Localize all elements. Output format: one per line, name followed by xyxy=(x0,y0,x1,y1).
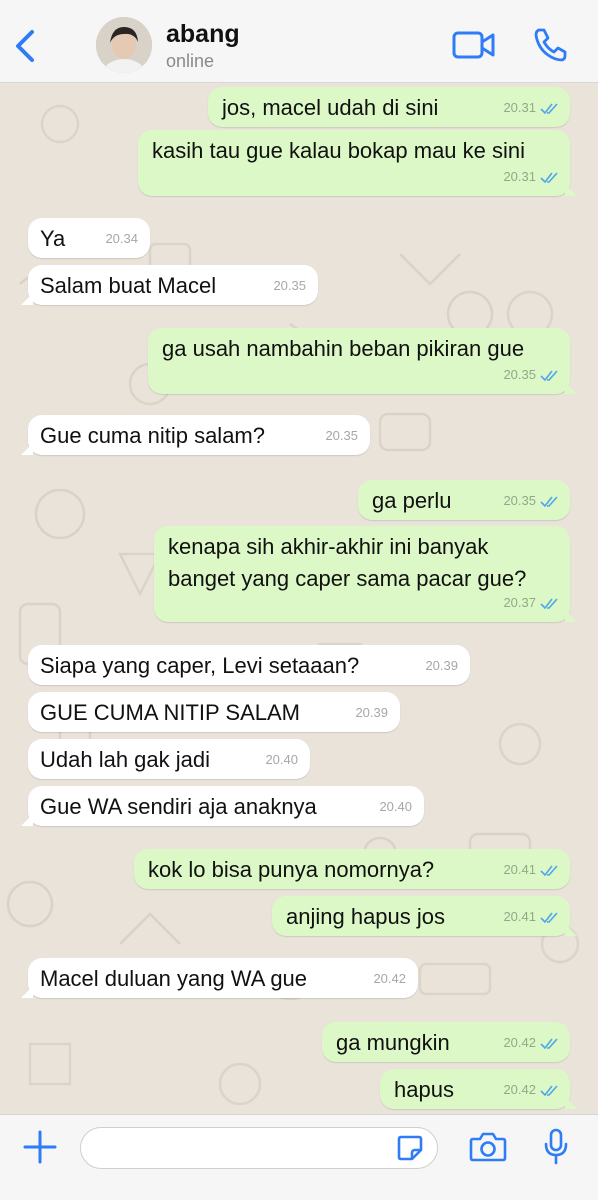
contact-name[interactable]: abang xyxy=(166,20,240,49)
message-time: 20.40 xyxy=(265,752,298,767)
message-text-line-2: banget yang caper sama pacar gue? xyxy=(168,566,527,591)
message-input[interactable] xyxy=(80,1127,438,1169)
avatar-image xyxy=(96,17,152,73)
microphone-button[interactable] xyxy=(543,1128,569,1166)
message-time: 20.41 xyxy=(503,862,536,877)
message-list[interactable]: jos, macel udah di sini 20.31 kasih tau … xyxy=(0,84,598,1114)
composer-bar xyxy=(0,1114,598,1200)
double-check-icon xyxy=(540,864,558,876)
contact-status: online xyxy=(166,51,215,71)
message-time: 20.34 xyxy=(105,231,138,246)
message-outgoing[interactable]: anjing hapus jos 20.41 xyxy=(272,896,577,936)
message-incoming[interactable]: Gue cuma nitip salam? 20.35 xyxy=(21,415,370,455)
message-outgoing[interactable]: jos, macel udah di sini 20.31 xyxy=(208,87,570,127)
message-text: Salam buat Macel xyxy=(40,273,217,298)
double-check-icon xyxy=(540,597,558,609)
message-incoming[interactable]: Gue WA sendiri aja anaknya 20.40 xyxy=(21,786,424,826)
sticker-icon xyxy=(397,1135,423,1161)
message-time: 20.37 xyxy=(503,595,536,610)
message-text: Macel duluan yang WA gue xyxy=(40,966,308,991)
message-incoming[interactable]: Udah lah gak jadi 20.40 xyxy=(28,739,310,779)
camera-button[interactable] xyxy=(469,1131,507,1163)
chevron-left-icon xyxy=(16,30,34,62)
message-time: 20.35 xyxy=(503,493,536,508)
message-text: ga mungkin xyxy=(336,1030,450,1055)
message-time: 20.31 xyxy=(503,169,536,184)
message-outgoing[interactable]: kok lo bisa punya nomornya? 20.41 xyxy=(134,849,570,889)
message-text: hapus xyxy=(394,1077,454,1102)
double-check-icon xyxy=(540,1037,558,1049)
message-text: ga perlu xyxy=(372,488,452,513)
message-time: 20.35 xyxy=(325,428,358,443)
message-text: Gue WA sendiri aja anaknya xyxy=(40,794,317,819)
double-check-icon xyxy=(540,171,558,183)
message-text: ga usah nambahin beban pikiran gue xyxy=(162,336,525,361)
message-time: 20.35 xyxy=(273,278,306,293)
message-outgoing[interactable]: ga mungkin 20.42 xyxy=(322,1022,570,1062)
sticker-button[interactable] xyxy=(396,1134,424,1162)
double-check-icon xyxy=(540,1084,558,1096)
avatar[interactable] xyxy=(96,17,152,73)
microphone-icon xyxy=(544,1128,568,1165)
message-text: jos, macel udah di sini xyxy=(222,95,439,120)
voice-call-button[interactable] xyxy=(532,26,568,64)
double-check-icon xyxy=(540,495,558,507)
message-text: Siapa yang caper, Levi setaaan? xyxy=(40,653,360,678)
video-call-button[interactable] xyxy=(452,30,496,60)
message-text: kok lo bisa punya nomornya? xyxy=(148,857,435,882)
message-text: kasih tau gue kalau bokap mau ke sini xyxy=(152,138,526,163)
double-check-icon xyxy=(540,102,558,114)
message-incoming[interactable]: Macel duluan yang WA gue 20.42 xyxy=(21,958,418,998)
message-outgoing[interactable]: ga usah nambahin beban pikiran gue 20.35 xyxy=(148,328,577,394)
message-time: 20.42 xyxy=(503,1082,536,1097)
message-outgoing[interactable]: kenapa sih akhir-akhir ini banyak banget… xyxy=(154,526,577,622)
message-time: 20.42 xyxy=(373,971,406,986)
message-outgoing[interactable]: hapus 20.42 xyxy=(380,1069,577,1109)
message-incoming[interactable]: GUE CUMA NITIP SALAM 20.39 xyxy=(28,692,400,732)
message-time: 20.39 xyxy=(355,705,388,720)
message-text: Gue cuma nitip salam? xyxy=(40,423,265,448)
message-incoming[interactable]: Ya 20.34 xyxy=(28,218,150,258)
message-time: 20.40 xyxy=(379,799,412,814)
message-time: 20.39 xyxy=(425,658,458,673)
phone-icon xyxy=(534,28,567,62)
message-outgoing[interactable]: kasih tau gue kalau bokap mau ke sini 20… xyxy=(138,130,577,196)
message-text-line-1: kenapa sih akhir-akhir ini banyak xyxy=(168,534,489,559)
attach-button[interactable] xyxy=(22,1129,58,1165)
message-text: Ya xyxy=(40,226,66,251)
back-button[interactable] xyxy=(8,26,44,66)
message-text: GUE CUMA NITIP SALAM xyxy=(40,700,300,725)
message-text: Udah lah gak jadi xyxy=(40,747,211,772)
message-time: 20.42 xyxy=(503,1035,536,1050)
message-incoming[interactable]: Siapa yang caper, Levi setaaan? 20.39 xyxy=(28,645,470,685)
camera-icon xyxy=(469,1132,507,1162)
message-outgoing[interactable]: ga perlu 20.35 xyxy=(358,480,570,520)
message-incoming[interactable]: Salam buat Macel 20.35 xyxy=(21,265,318,305)
message-time: 20.35 xyxy=(503,367,536,382)
message-time: 20.41 xyxy=(503,909,536,924)
video-camera-icon xyxy=(452,31,495,59)
double-check-icon xyxy=(540,911,558,923)
message-time: 20.31 xyxy=(503,100,536,115)
plus-icon xyxy=(23,1130,57,1164)
chat-header: abang online xyxy=(0,0,598,83)
double-check-icon xyxy=(540,369,558,381)
message-text: anjing hapus jos xyxy=(286,904,446,929)
